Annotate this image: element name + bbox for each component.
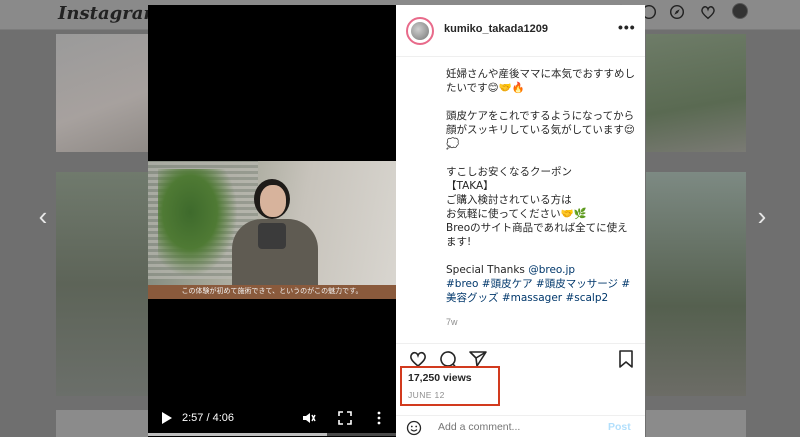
- video-time: 2:57 / 4:06: [182, 412, 234, 424]
- device-in-hands: [258, 223, 286, 249]
- grid-post-thumbnail[interactable]: [56, 410, 148, 437]
- caption-paragraph: 妊婦さんや産後ママに本気でおすすめしたいです😊🤝🔥: [446, 68, 635, 94]
- post-header: kumiko_takada1209 •••: [396, 5, 645, 57]
- grid-post-thumbnail[interactable]: [56, 172, 148, 396]
- bookmark-icon[interactable]: [616, 349, 636, 369]
- fullscreen-icon[interactable]: [338, 411, 352, 425]
- comment-bar: Post: [396, 415, 645, 437]
- grid-post-thumbnail[interactable]: [646, 410, 746, 437]
- more-options-icon[interactable]: [374, 411, 384, 425]
- video-frame[interactable]: この体験が初めて施術できて、というのがこの魅力です。: [148, 161, 396, 299]
- mute-icon[interactable]: [302, 411, 316, 425]
- video-progress-bar[interactable]: [148, 433, 396, 436]
- caption-paragraph: すこしお安くなるクーポン 【TAKA】 ご購入検討されている方は お気軽に使って…: [446, 166, 628, 248]
- video-subtitle: この体験が初めて施術できて、というのがこの魅力です。: [181, 288, 363, 295]
- hashtags[interactable]: #breo #頭皮ケア #頭皮マッサージ #美容グッズ #massager #s…: [446, 277, 636, 305]
- instagram-logo[interactable]: Instagram: [58, 3, 162, 24]
- post-comment-button[interactable]: Post: [608, 421, 631, 433]
- next-post-arrow-icon[interactable]: ›: [752, 201, 772, 231]
- play-icon[interactable]: [162, 412, 172, 424]
- mention-link[interactable]: @breo.jp: [528, 264, 575, 276]
- highlight-box: [400, 366, 500, 406]
- caption-age: 7w: [446, 317, 458, 327]
- comment-input[interactable]: [438, 421, 588, 433]
- thanks-text: Special Thanks: [446, 264, 529, 276]
- emoji-icon[interactable]: [406, 420, 422, 436]
- grid-post-thumbnail[interactable]: [646, 172, 746, 396]
- video-progress-fill: [148, 433, 327, 436]
- post-username[interactable]: kumiko_takada1209: [444, 23, 548, 35]
- grid-post-thumbnail[interactable]: [646, 34, 746, 152]
- post-caption: 妊婦さんや産後ママに本気でおすすめしたいです😊🤝🔥 頭皮ケアをこれでするようにな…: [446, 67, 636, 305]
- video-player[interactable]: この体験が初めて施術できて、というのがこの魅力です。 2:57 / 4:06: [148, 5, 396, 437]
- person-face: [260, 185, 286, 217]
- post-modal: この体験が初めて施術できて、というのがこの魅力です。 2:57 / 4:06 k…: [148, 5, 645, 437]
- caption-paragraph: 頭皮ケアをこれでするようになってから顔がスッキリしている気がしています😌💭: [446, 110, 635, 150]
- grid-post-thumbnail[interactable]: [56, 34, 148, 152]
- user-avatar[interactable]: [406, 17, 434, 45]
- post-more-icon[interactable]: •••: [618, 19, 636, 35]
- video-controls: 2:57 / 4:06: [148, 403, 396, 433]
- previous-post-arrow-icon[interactable]: ‹: [33, 201, 53, 231]
- heart-icon[interactable]: [699, 3, 717, 21]
- plant: [158, 169, 238, 277]
- caption-thanks: Special Thanks @breo.jp: [446, 263, 636, 277]
- explore-icon[interactable]: [668, 3, 686, 21]
- profile-avatar[interactable]: [732, 3, 748, 19]
